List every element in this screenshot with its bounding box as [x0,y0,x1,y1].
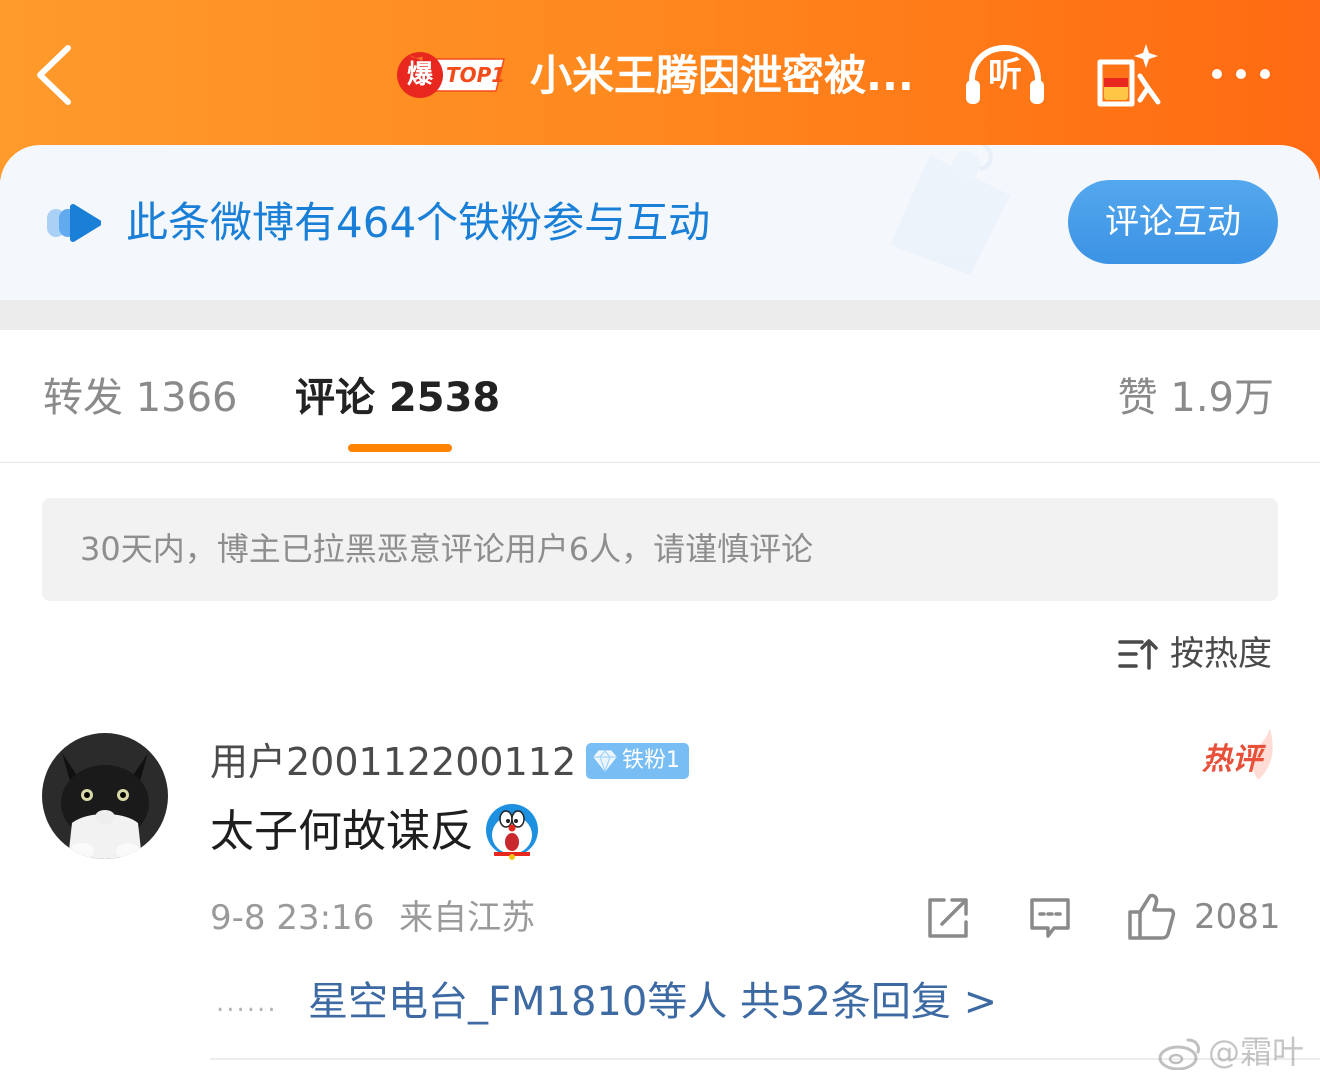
more-icon-dot [1236,69,1246,79]
like-count: 2081 [1194,897,1281,937]
more-icon-dot [1260,69,1270,79]
comment-divider [210,1058,1320,1060]
sort-label: 按热度 [1170,634,1272,674]
sort-icon [1118,639,1158,670]
hot-tag-label: 热评 [1202,742,1262,777]
reply-button[interactable] [1028,896,1072,940]
red-packet-button[interactable] [1090,40,1162,112]
share-button[interactable] [926,896,970,940]
view-replies-link[interactable]: 星空电台_FM1810等人 共52条回复 > [308,974,997,1030]
hot-search-badge[interactable]: 爆 TOP1 [396,49,508,101]
fan-badge-label: 铁粉1 [622,748,680,773]
more-options-button[interactable] [1206,58,1286,90]
weibo-logo-icon [1158,1038,1200,1070]
comment-location: 来自江苏 [399,898,536,938]
comment-time: 9-8 23:16 [210,898,375,938]
diamond-icon [593,750,617,773]
hot-badge-char: 爆 [406,60,433,90]
like-button[interactable]: 2081 [1126,890,1282,944]
notice-text: 30天内，博主已拉黑恶意评论用户6人，请谨慎评论 [80,530,814,568]
comment-body: 太子何故谋反 [210,806,474,857]
planet-decoration-icon [890,145,1010,275]
more-icon [1212,69,1222,79]
watermark-text: @霜叶 [1208,1033,1305,1071]
reply-ellipsis: ...... [216,988,278,1018]
comment-meta: 9-8 23:16 来自江苏 [210,893,535,943]
post-tabs: 转发 1366 评论 2538 赞 1.9万 [0,330,1320,463]
blocked-users-notice: 30天内，博主已拉黑恶意评论用户6人，请谨慎评论 [42,498,1278,601]
fan-interaction-banner: 此条微博有464个铁粉参与互动 评论互动 [0,145,1320,300]
fan-level-badge[interactable]: 铁粉1 [586,743,689,779]
comment-interact-button[interactable]: 评论互动 [1068,180,1278,264]
reply-icon [1030,898,1070,938]
avatar[interactable] [42,733,168,859]
share-icon [928,898,968,938]
doraemon-emoji-icon [486,804,538,860]
back-arrow-icon [37,45,71,105]
tab-like[interactable]: 赞 1.9万 [1118,368,1274,428]
hot-badge-rank: TOP1 [446,63,506,87]
fan-interaction-text: 此条微博有464个铁粉参与互动 [126,198,711,247]
hot-comment-tag: 热评 [1198,724,1278,782]
page-title[interactable]: 小米王腾因泄密被... [530,48,950,104]
back-button[interactable] [30,40,80,110]
active-tab-indicator [348,444,452,452]
red-packet-icon [1097,44,1161,107]
like-icon [1128,893,1176,940]
comment-username[interactable]: 用户200112200112 [210,736,576,788]
tab-repost[interactable]: 转发 1366 [43,368,238,428]
sort-by-hot-button[interactable]: 按热度 [1118,628,1278,680]
fan-interact-icon [47,204,101,242]
listen-label: 听 [988,55,1022,95]
listen-button[interactable]: 听 [962,42,1048,108]
tab-comment[interactable]: 评论 2538 [295,368,500,428]
section-separator [0,300,1320,330]
